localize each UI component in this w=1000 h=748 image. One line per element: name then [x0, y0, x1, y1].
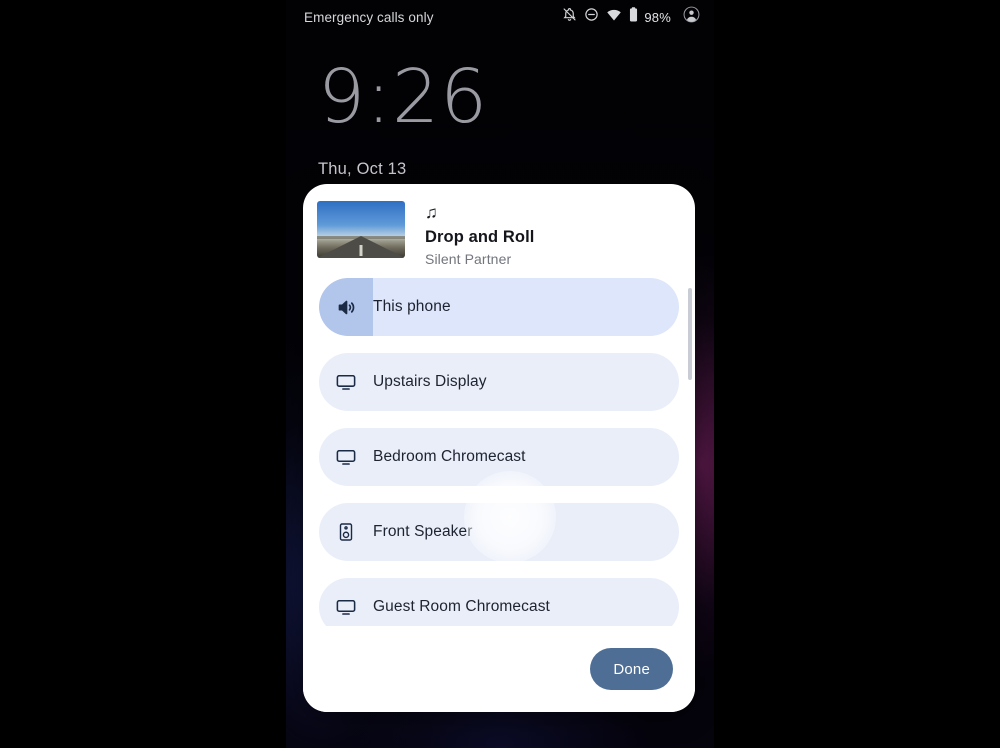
device-label: Guest Room Chromecast: [373, 598, 550, 615]
media-output-switcher-panel: ♫ Drop and Roll Silent Partner This phon…: [303, 184, 695, 712]
device-row-front-speaker[interactable]: Front Speaker: [319, 503, 679, 561]
user-avatar-icon[interactable]: [683, 6, 700, 28]
volume-up-icon: [319, 297, 373, 318]
wifi-icon: [606, 7, 622, 27]
track-title: Drop and Roll: [425, 228, 535, 246]
device-row-bedroom-chromecast[interactable]: Bedroom Chromecast: [319, 428, 679, 486]
music-note-icon: ♫: [425, 203, 438, 222]
tv-display-icon: [319, 371, 373, 393]
notifications-off-icon: [562, 7, 577, 27]
phone-viewport: Emergency calls only 98% 9:26 Thu, Oct 1…: [286, 0, 714, 748]
lockscreen-date: Thu, Oct 13: [318, 160, 407, 178]
letterbox-right: [714, 0, 1000, 748]
device-label: Front Speaker: [373, 523, 473, 540]
track-artist: Silent Partner: [425, 251, 512, 267]
device-list: This phone Upstairs Display Bedroom Chro…: [303, 278, 695, 636]
device-row-this-phone[interactable]: This phone: [319, 278, 679, 336]
panel-footer: Done: [303, 626, 695, 712]
status-bar: Emergency calls only 98%: [286, 0, 714, 34]
media-metadata: ♫ Drop and Roll Silent Partner: [425, 201, 534, 268]
device-row-upstairs-display[interactable]: Upstairs Display: [319, 353, 679, 411]
device-label: This phone: [373, 298, 451, 315]
tv-display-icon: [319, 446, 373, 468]
device-label: Bedroom Chromecast: [373, 448, 526, 465]
panel-scrollbar[interactable]: [688, 288, 692, 380]
done-button[interactable]: Done: [590, 648, 673, 690]
desert-highway-album-art: [317, 201, 405, 258]
status-bar-icons: 98%: [562, 6, 700, 28]
lockscreen-clock: 9:26: [318, 54, 489, 140]
letterbox-left: [0, 0, 286, 748]
do-not-disturb-icon: [584, 7, 599, 27]
device-label: Upstairs Display: [373, 373, 487, 390]
tv-display-icon: [319, 596, 373, 618]
carrier-status-text: Emergency calls only: [304, 9, 434, 25]
media-header: ♫ Drop and Roll Silent Partner: [303, 184, 695, 278]
battery-percent-label: 98%: [644, 9, 671, 25]
speaker-icon: [319, 522, 373, 542]
screen-root: Emergency calls only 98% 9:26 Thu, Oct 1…: [0, 0, 1000, 748]
battery-icon: [629, 7, 638, 27]
